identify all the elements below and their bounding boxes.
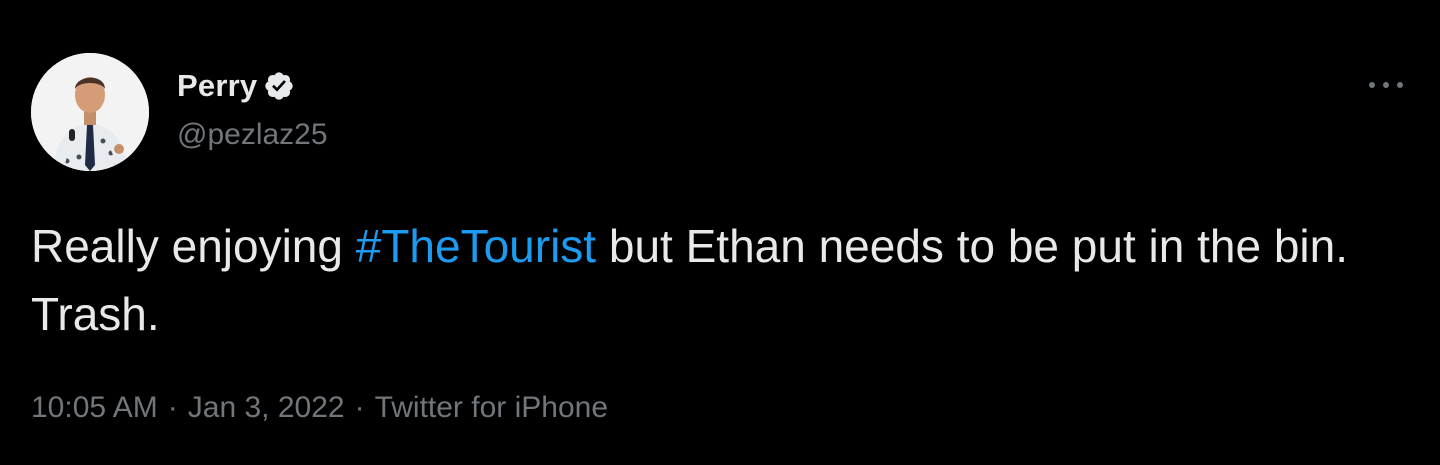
tweet-time[interactable]: 10:05 AM bbox=[31, 391, 158, 424]
tweet-text-before: Really enjoying bbox=[31, 220, 356, 272]
meta-separator: · bbox=[167, 391, 178, 424]
author-handle[interactable]: @pezlaz25 bbox=[177, 115, 328, 155]
tweet-metadata: 10:05 AM · Jan 3, 2022 · Twitter for iPhone bbox=[31, 388, 608, 428]
tweet-source: Twitter for iPhone bbox=[374, 391, 608, 424]
verified-badge-icon bbox=[265, 72, 293, 100]
meta-separator: · bbox=[354, 391, 365, 424]
avatar[interactable] bbox=[31, 53, 149, 171]
tweet-card: Perry @pezlaz25 Really enjoying #TheTour… bbox=[0, 0, 1440, 465]
tweet-date[interactable]: Jan 3, 2022 bbox=[188, 391, 345, 424]
hashtag-link[interactable]: #TheTourist bbox=[356, 220, 596, 272]
display-name[interactable]: Perry bbox=[177, 66, 257, 106]
avatar-photo bbox=[31, 53, 149, 171]
author-name-row[interactable]: Perry bbox=[177, 66, 295, 106]
more-dots-icon[interactable] bbox=[1366, 72, 1406, 98]
tweet-text: Really enjoying #TheTourist but Ethan ne… bbox=[31, 212, 1411, 348]
